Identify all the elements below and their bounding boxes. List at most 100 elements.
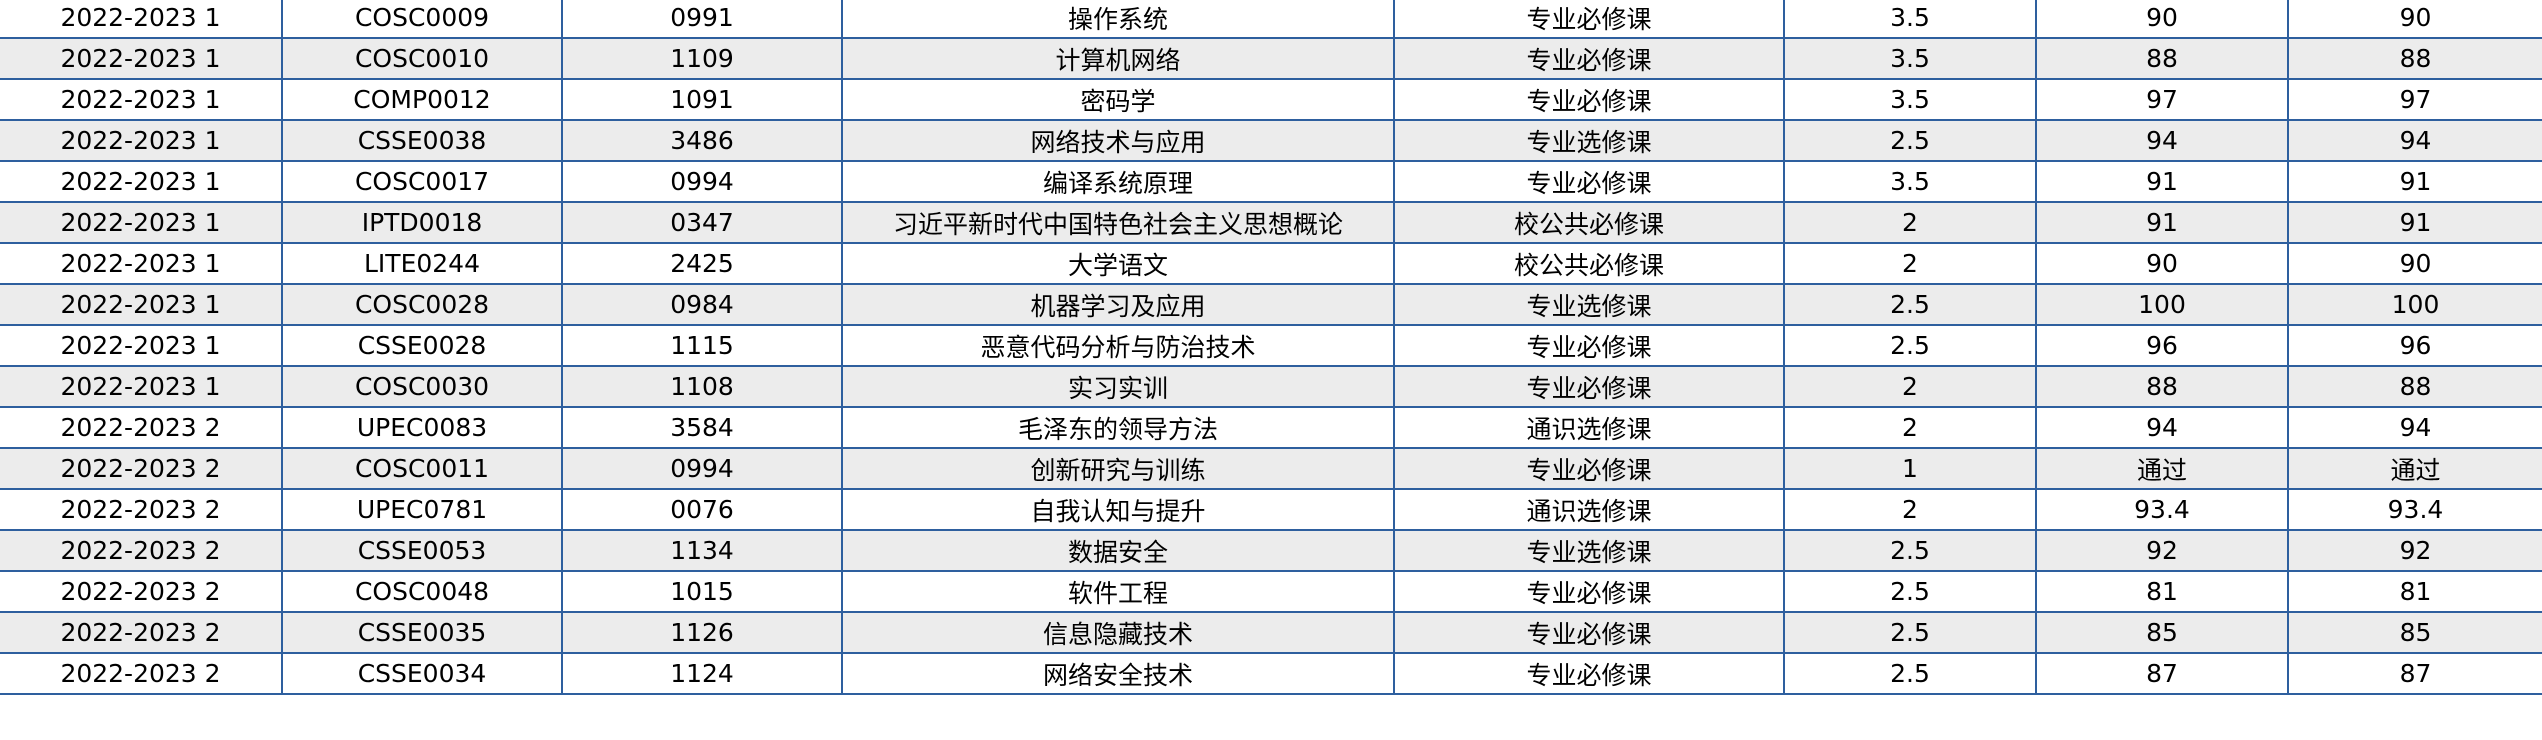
- credit-cell: 3.5: [1783, 78, 2037, 121]
- credit-cell: 1: [1783, 447, 2037, 490]
- credit-cell: 2.5: [1783, 529, 2037, 572]
- class-number-cell: 3486: [561, 119, 843, 162]
- course-type-cell: 专业必修课: [1393, 611, 1785, 654]
- course-type-cell: 通识选修课: [1393, 406, 1785, 449]
- final-score-cell: 90: [2287, 242, 2542, 285]
- course-type-cell: 专业必修课: [1393, 570, 1785, 613]
- course-name-cell: 计算机网络: [841, 37, 1395, 80]
- term-cell: 2022-2023 2: [0, 488, 283, 531]
- course-type-cell: 专业必修课: [1393, 78, 1785, 121]
- score-cell: 87: [2035, 652, 2289, 695]
- course-type-cell: 专业必修课: [1393, 447, 1785, 490]
- final-score-cell: 90: [2287, 0, 2542, 39]
- term-cell: 2022-2023 1: [0, 201, 283, 244]
- term-cell: 2022-2023 2: [0, 652, 283, 695]
- score-cell: 94: [2035, 406, 2289, 449]
- score-cell: 通过: [2035, 447, 2289, 490]
- course-type-cell: 专业选修课: [1393, 119, 1785, 162]
- course-code-cell: COSC0010: [281, 37, 563, 80]
- course-code-cell: CSSE0038: [281, 119, 563, 162]
- class-number-cell: 1124: [561, 652, 843, 695]
- final-score-cell: 94: [2287, 406, 2542, 449]
- table-row: 2022-2023 1 IPTD0018 0347 习近平新时代中国特色社会主义思想概…: [0, 201, 2542, 244]
- course-type-cell: 专业必修课: [1393, 37, 1785, 80]
- course-name-cell: 数据安全: [841, 529, 1395, 572]
- credit-cell: 2.5: [1783, 652, 2037, 695]
- course-name-cell: 实习实训: [841, 365, 1395, 408]
- final-score-cell: 88: [2287, 37, 2542, 80]
- table-row: 2022-2023 1 COSC0017 0994 编译系统原理 专业必修课 3.5 91 9…: [0, 160, 2542, 203]
- class-number-cell: 1091: [561, 78, 843, 121]
- table-row: 2022-2023 1 COMP0012 1091 密码学 专业必修课 3.5 97 97: [0, 78, 2542, 121]
- course-type-cell: 专业必修课: [1393, 324, 1785, 367]
- score-cell: 92: [2035, 529, 2289, 572]
- final-score-cell: 94: [2287, 119, 2542, 162]
- score-cell: 90: [2035, 0, 2289, 39]
- table-row: 2022-2023 2 COSC0048 1015 软件工程 专业必修课 2.5 81 81: [0, 570, 2542, 613]
- table-row: 2022-2023 1 CSSE0028 1115 恶意代码分析与防治技术 专业必修课 2…: [0, 324, 2542, 367]
- course-name-cell: 网络技术与应用: [841, 119, 1395, 162]
- table-row: 2022-2023 1 CSSE0038 3486 网络技术与应用 专业选修课 2.5 94…: [0, 119, 2542, 162]
- final-score-cell: 91: [2287, 160, 2542, 203]
- table-row: 2022-2023 1 COSC0028 0984 机器学习及应用 专业选修课 2.5 10…: [0, 283, 2542, 326]
- score-cell: 96: [2035, 324, 2289, 367]
- course-name-cell: 网络安全技术: [841, 652, 1395, 695]
- course-name-cell: 毛泽东的领导方法: [841, 406, 1395, 449]
- course-code-cell: CSSE0028: [281, 324, 563, 367]
- credit-cell: 2: [1783, 488, 2037, 531]
- score-cell: 100: [2035, 283, 2289, 326]
- course-name-cell: 大学语文: [841, 242, 1395, 285]
- course-code-cell: LITE0244: [281, 242, 563, 285]
- class-number-cell: 1109: [561, 37, 843, 80]
- course-name-cell: 操作系统: [841, 0, 1395, 39]
- term-cell: 2022-2023 1: [0, 242, 283, 285]
- course-code-cell: COSC0030: [281, 365, 563, 408]
- class-number-cell: 1015: [561, 570, 843, 613]
- course-name-cell: 机器学习及应用: [841, 283, 1395, 326]
- class-number-cell: 0347: [561, 201, 843, 244]
- credit-cell: 2: [1783, 242, 2037, 285]
- term-cell: 2022-2023 1: [0, 160, 283, 203]
- score-cell: 81: [2035, 570, 2289, 613]
- credit-cell: 2: [1783, 201, 2037, 244]
- final-score-cell: 93.4: [2287, 488, 2542, 531]
- final-score-cell: 96: [2287, 324, 2542, 367]
- course-name-cell: 信息隐藏技术: [841, 611, 1395, 654]
- course-name-cell: 创新研究与训练: [841, 447, 1395, 490]
- course-name-cell: 软件工程: [841, 570, 1395, 613]
- final-score-cell: 91: [2287, 201, 2542, 244]
- table-row: 2022-2023 2 UPEC0083 3584 毛泽东的领导方法 通识选修课 2 94 9…: [0, 406, 2542, 449]
- final-score-cell: 88: [2287, 365, 2542, 408]
- course-code-cell: CSSE0053: [281, 529, 563, 572]
- credit-cell: 3.5: [1783, 0, 2037, 39]
- course-code-cell: COSC0017: [281, 160, 563, 203]
- course-code-cell: COMP0012: [281, 78, 563, 121]
- final-score-cell: 97: [2287, 78, 2542, 121]
- term-cell: 2022-2023 1: [0, 0, 283, 39]
- score-cell: 88: [2035, 365, 2289, 408]
- course-type-cell: 专业必修课: [1393, 160, 1785, 203]
- term-cell: 2022-2023 1: [0, 119, 283, 162]
- score-cell: 93.4: [2035, 488, 2289, 531]
- course-name-cell: 自我认知与提升: [841, 488, 1395, 531]
- score-cell: 91: [2035, 201, 2289, 244]
- table-row: 2022-2023 1 LITE0244 2425 大学语文 校公共必修课 2 90 90: [0, 242, 2542, 285]
- course-code-cell: IPTD0018: [281, 201, 563, 244]
- course-code-cell: COSC0011: [281, 447, 563, 490]
- table-row: 2022-2023 2 COSC0011 0994 创新研究与训练 专业必修课 1 通过 通过: [0, 447, 2542, 490]
- course-type-cell: 专业必修课: [1393, 652, 1785, 695]
- course-type-cell: 专业必修课: [1393, 0, 1785, 39]
- class-number-cell: 2425: [561, 242, 843, 285]
- course-name-cell: 习近平新时代中国特色社会主义思想概论: [841, 201, 1395, 244]
- score-cell: 88: [2035, 37, 2289, 80]
- term-cell: 2022-2023 2: [0, 447, 283, 490]
- credit-cell: 3.5: [1783, 37, 2037, 80]
- table-row: 2022-2023 2 CSSE0035 1126 信息隐藏技术 专业必修课 2.5 85 8…: [0, 611, 2542, 654]
- course-type-cell: 校公共必修课: [1393, 201, 1785, 244]
- term-cell: 2022-2023 1: [0, 37, 283, 80]
- score-cell: 85: [2035, 611, 2289, 654]
- course-type-cell: 校公共必修课: [1393, 242, 1785, 285]
- course-code-cell: UPEC0781: [281, 488, 563, 531]
- class-number-cell: 1134: [561, 529, 843, 572]
- course-name-cell: 编译系统原理: [841, 160, 1395, 203]
